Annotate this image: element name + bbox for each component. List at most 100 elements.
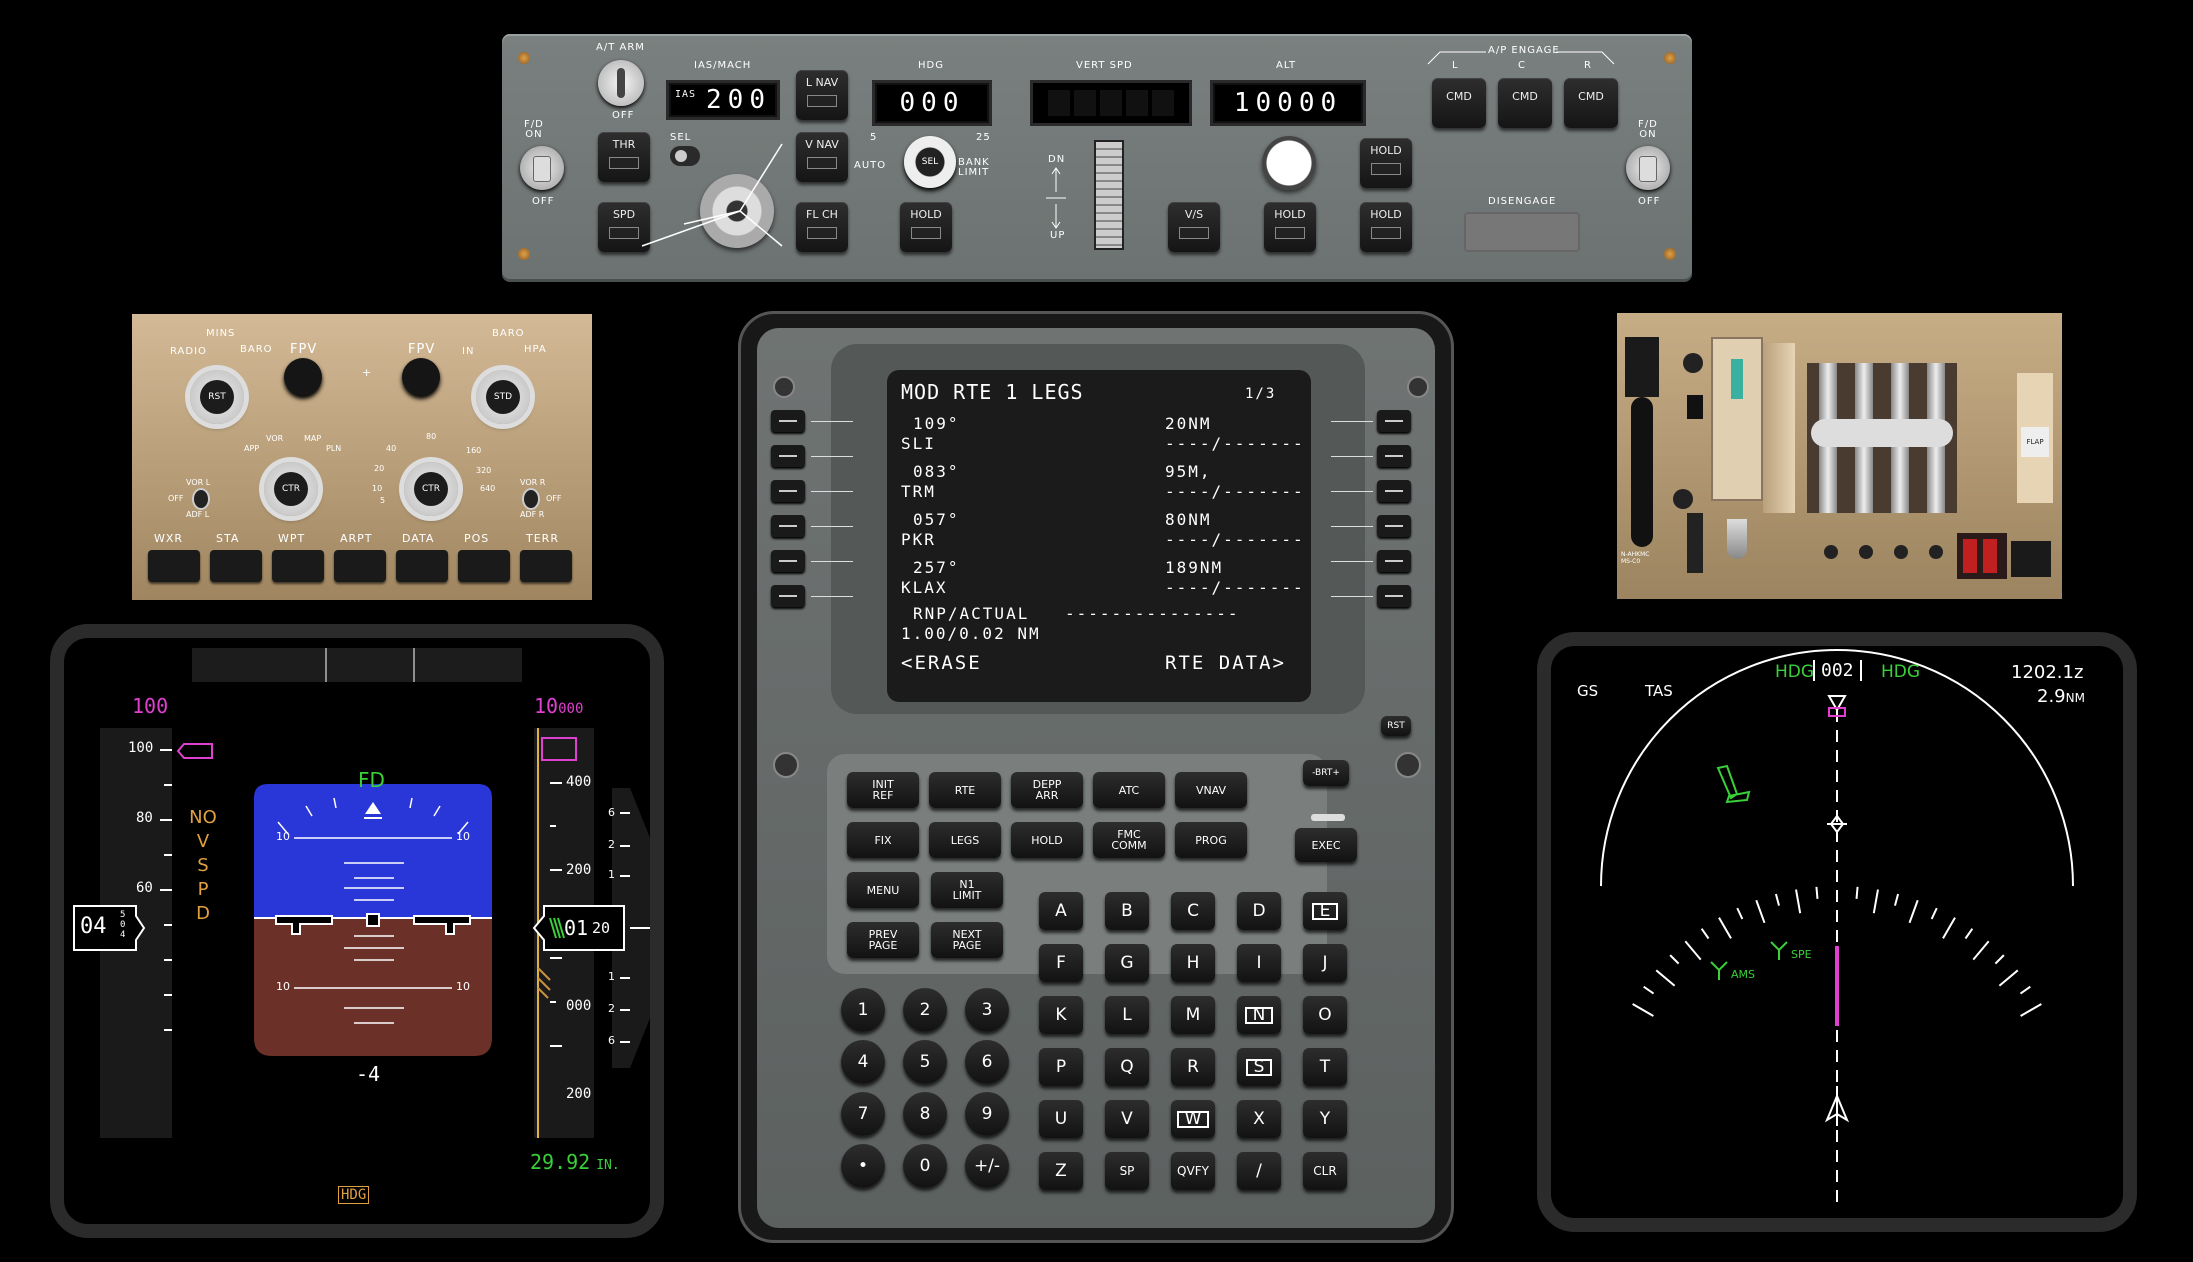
key-clr[interactable]: CLR	[1303, 1152, 1347, 1190]
efis-pos-button[interactable]	[458, 550, 510, 582]
key-y[interactable]: Y	[1303, 1100, 1347, 1138]
fn-key-rte[interactable]: RTE	[929, 772, 1001, 808]
hdg-knob[interactable]: SEL	[904, 136, 956, 188]
key-num-7[interactable]: 8	[903, 1092, 947, 1136]
hold-bottom-button[interactable]: HOLD	[1360, 202, 1412, 252]
fn-key-legs[interactable]: LEGS	[929, 822, 1001, 858]
key-num-10[interactable]: 0	[903, 1144, 947, 1188]
key-sp[interactable]: SP	[1105, 1152, 1149, 1190]
key-num-9[interactable]: •	[841, 1144, 885, 1188]
hdg-hold-button[interactable]: HOLD	[900, 202, 952, 252]
line-select-key-l2[interactable]	[771, 445, 805, 467]
efis-wxr-button[interactable]	[148, 550, 200, 582]
key-e[interactable]: E	[1303, 892, 1347, 930]
fn-key-fmc-comm[interactable]: FMC COMM	[1093, 822, 1165, 858]
exec-button[interactable]: EXEC	[1295, 828, 1357, 862]
key-w[interactable]: W	[1171, 1100, 1215, 1138]
key-m[interactable]: M	[1171, 996, 1215, 1034]
key-g[interactable]: G	[1105, 944, 1149, 982]
key-l[interactable]: L	[1105, 996, 1149, 1034]
fn-key-fix[interactable]: FIX	[847, 822, 919, 858]
key-t[interactable]: T	[1303, 1048, 1347, 1086]
range-knob[interactable]: CTR	[404, 462, 458, 516]
line-select-key-r4[interactable]	[1377, 515, 1411, 537]
cmd-c-button[interactable]: CMD	[1498, 78, 1552, 128]
fpv-left-button[interactable]	[284, 358, 322, 396]
line-select-key-r5[interactable]	[1377, 550, 1411, 572]
line-select-key-l3[interactable]	[771, 480, 805, 502]
key-qvfy[interactable]: QVFY	[1171, 1152, 1215, 1190]
at-arm-switch[interactable]	[598, 60, 644, 106]
n1-limit-button[interactable]: N1 LIMIT	[931, 872, 1003, 908]
mins-knob[interactable]: RST	[190, 370, 244, 424]
key-k[interactable]: K	[1039, 996, 1083, 1034]
alt-hold-button[interactable]: HOLD	[1264, 202, 1316, 252]
fn-key-hold[interactable]: HOLD	[1011, 822, 1083, 858]
key-j[interactable]: J	[1303, 944, 1347, 982]
line-select-key-l5[interactable]	[771, 550, 805, 572]
key-f[interactable]: F	[1039, 944, 1083, 982]
next-page-button[interactable]: NEXT PAGE	[931, 922, 1003, 958]
key-p[interactable]: P	[1039, 1048, 1083, 1086]
fn-key-prog[interactable]: PROG	[1175, 822, 1247, 858]
key-slash[interactable]: /	[1237, 1152, 1281, 1190]
vnav-button[interactable]: V NAV	[796, 132, 848, 182]
efis-terr-button[interactable]	[520, 550, 572, 582]
menu-button[interactable]: MENU	[847, 872, 919, 908]
key-h[interactable]: H	[1171, 944, 1215, 982]
key-num-11[interactable]: +/-	[965, 1144, 1009, 1188]
key-num-1[interactable]: 2	[903, 988, 947, 1032]
fpv-right-button[interactable]	[402, 358, 440, 396]
vor-adf-r-switch[interactable]	[522, 488, 540, 510]
key-n[interactable]: N	[1237, 996, 1281, 1034]
rst-button[interactable]: RST	[1381, 716, 1411, 736]
line-select-key-l4[interactable]	[771, 515, 805, 537]
key-a[interactable]: A	[1039, 892, 1083, 930]
flch-button[interactable]: FL CH	[796, 202, 848, 252]
key-num-8[interactable]: 9	[965, 1092, 1009, 1136]
vs-button[interactable]: V/S	[1168, 202, 1220, 252]
key-u[interactable]: U	[1039, 1100, 1083, 1138]
efis-data-button[interactable]	[396, 550, 448, 582]
key-s[interactable]: S	[1237, 1048, 1281, 1086]
fn-key-init-ref[interactable]: INIT REF	[847, 772, 919, 808]
mode-knob[interactable]: CTR	[264, 462, 318, 516]
key-num-3[interactable]: 4	[841, 1040, 885, 1084]
key-num-5[interactable]: 6	[965, 1040, 1009, 1084]
key-x[interactable]: X	[1237, 1100, 1281, 1138]
line-select-key-r1[interactable]	[1377, 410, 1411, 432]
key-z[interactable]: Z	[1039, 1152, 1083, 1190]
hold-top-button[interactable]: HOLD	[1360, 138, 1412, 188]
vs-thumbwheel[interactable]	[1094, 140, 1124, 250]
key-b[interactable]: B	[1105, 892, 1149, 930]
key-v[interactable]: V	[1105, 1100, 1149, 1138]
line-select-key-r2[interactable]	[1377, 445, 1411, 467]
baro-knob[interactable]: STD	[476, 370, 530, 424]
line-select-key-r3[interactable]	[1377, 480, 1411, 502]
vor-adf-l-switch[interactable]	[192, 488, 210, 510]
line-select-key-l6[interactable]	[771, 585, 805, 607]
key-c[interactable]: C	[1171, 892, 1215, 930]
key-num-6[interactable]: 7	[841, 1092, 885, 1136]
line-select-key-l1[interactable]	[771, 410, 805, 432]
fn-key-atc[interactable]: ATC	[1093, 772, 1165, 808]
efis-wpt-button[interactable]	[272, 550, 324, 582]
key-q[interactable]: Q	[1105, 1048, 1149, 1086]
key-o[interactable]: O	[1303, 996, 1347, 1034]
key-num-0[interactable]: 1	[841, 988, 885, 1032]
key-d[interactable]: D	[1237, 892, 1281, 930]
prev-page-button[interactable]: PREV PAGE	[847, 922, 919, 958]
key-num-4[interactable]: 5	[903, 1040, 947, 1084]
alt-knob[interactable]	[1262, 136, 1316, 190]
key-i[interactable]: I	[1237, 944, 1281, 982]
fd-right-switch[interactable]	[1626, 146, 1670, 190]
line-select-key-r6[interactable]	[1377, 585, 1411, 607]
efis-arpt-button[interactable]	[334, 550, 386, 582]
fn-key-vnav[interactable]: VNAV	[1175, 772, 1247, 808]
key-r[interactable]: R	[1171, 1048, 1215, 1086]
lnav-button[interactable]: L NAV	[796, 70, 848, 120]
cmd-r-button[interactable]: CMD	[1564, 78, 1618, 128]
brightness-control[interactable]: -BRT+	[1303, 760, 1349, 786]
fd-left-switch[interactable]	[520, 146, 564, 190]
disengage-bar[interactable]	[1464, 212, 1580, 252]
